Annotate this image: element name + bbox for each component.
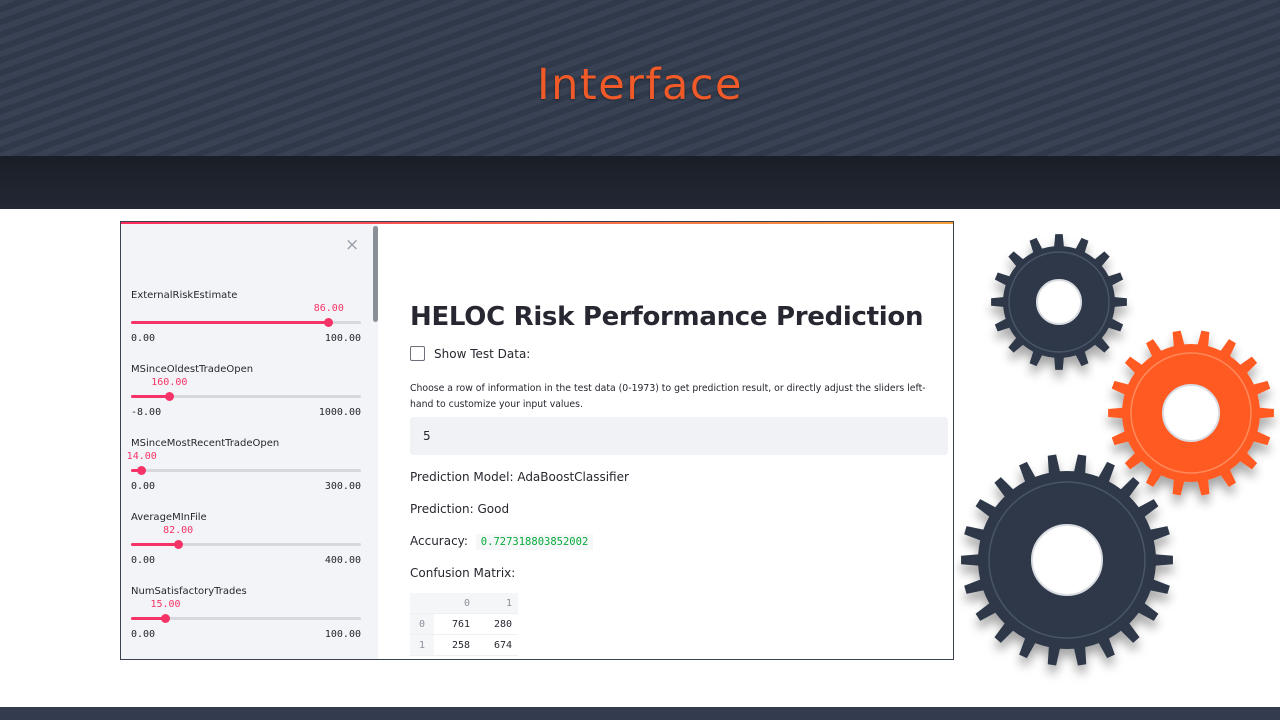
prediction-model-text: Prediction Model: AdaBoostClassifier (410, 470, 629, 484)
accuracy-label: Accuracy: (410, 534, 468, 548)
table-cell: 761 (434, 613, 476, 635)
column-header: 1 (476, 593, 518, 614)
confusion-matrix-label: Confusion Matrix: (410, 566, 516, 580)
confusion-matrix-table: 0 1 0 761 280 1 258 674 (410, 593, 518, 656)
table-cell: 674 (476, 634, 518, 656)
slider-value: 82.00 (163, 525, 194, 536)
gear-hole (1036, 279, 1082, 325)
table-header-row: 0 1 (410, 593, 518, 614)
prediction-text: Prediction: Good (410, 502, 510, 516)
app-window: × ExternalRiskEstimate 86.00 0.00 100.00… (120, 221, 954, 660)
row-index-input[interactable]: 5 (410, 417, 948, 455)
slider-min: 0.00 (131, 629, 156, 640)
main-panel: HELOC Risk Performance Prediction Show T… (378, 224, 953, 659)
instructions-text: Choose a row of information in the test … (410, 383, 926, 410)
sidebar: × ExternalRiskEstimate 86.00 0.00 100.00… (121, 224, 378, 659)
slider-value: 160.00 (151, 377, 188, 388)
slider-fill (131, 543, 179, 546)
row-index: 1 (410, 634, 434, 656)
slide-title: Interface (536, 60, 743, 110)
slider-fill (131, 395, 170, 398)
slider-label: ExternalRiskEstimate (131, 290, 238, 301)
gear-hole (1031, 524, 1103, 596)
footer-band (0, 707, 1280, 720)
accuracy-value: 0.727318803852002 (475, 534, 594, 550)
slider-min: 0.00 (131, 333, 156, 344)
table-corner (410, 593, 434, 614)
gear-hole (1162, 384, 1220, 442)
slider-label: AverageMInFile (131, 512, 207, 523)
gears-illustration (961, 234, 1274, 666)
close-icon[interactable]: × (345, 236, 359, 254)
table-cell: 280 (476, 613, 518, 635)
slider-max: 1000.00 (318, 407, 361, 418)
slider-max: 300.00 (324, 481, 361, 492)
slider-min: 0.00 (131, 555, 156, 566)
gear-icon (991, 234, 1127, 370)
slider-label: MSinceMostRecentTradeOpen (131, 438, 280, 449)
slider-value: 86.00 (313, 303, 344, 314)
slider-thumb[interactable] (137, 466, 147, 475)
slider-min: -8.00 (131, 407, 162, 418)
column-header: 0 (434, 593, 476, 614)
checkbox-label: Show Test Data: (434, 346, 531, 361)
row-index: 0 (410, 613, 434, 635)
slider-value: 14.00 (126, 451, 157, 462)
slider-label: NumSatisfactoryTrades (131, 586, 247, 597)
slider-fill (131, 321, 329, 324)
slider-thumb[interactable] (173, 540, 183, 549)
slider-track[interactable] (131, 614, 361, 623)
slider-max: 100.00 (324, 333, 361, 344)
slider-track[interactable] (131, 318, 361, 327)
slider-min: 0.00 (131, 481, 156, 492)
table-row: 0 761 280 (410, 613, 518, 635)
slider-max: 400.00 (324, 555, 361, 566)
slider-thumb[interactable] (324, 318, 334, 327)
gear-icon (1108, 330, 1274, 496)
slider-track[interactable] (131, 466, 361, 475)
accuracy-row: Accuracy: 0.727318803852002 (410, 534, 594, 550)
checkbox-box[interactable] (410, 346, 425, 361)
dark-band (0, 156, 1280, 209)
slider-value: 15.00 (150, 599, 181, 610)
slider-max: 100.00 (324, 629, 361, 640)
table-cell: 258 (434, 634, 476, 656)
gear-icon (961, 454, 1173, 666)
slider-label: MSinceOldestTradeOpen (131, 364, 254, 375)
slider-thumb[interactable] (161, 614, 170, 623)
slider-track[interactable] (131, 540, 361, 549)
slider-track[interactable] (131, 392, 361, 401)
table-row: 1 258 674 (410, 634, 518, 656)
slider-thumb[interactable] (164, 392, 174, 401)
show-test-data-checkbox[interactable]: Show Test Data: (410, 346, 530, 361)
title-banner: Interface (0, 0, 1280, 156)
page-title: HELOC Risk Performance Prediction (410, 302, 924, 332)
